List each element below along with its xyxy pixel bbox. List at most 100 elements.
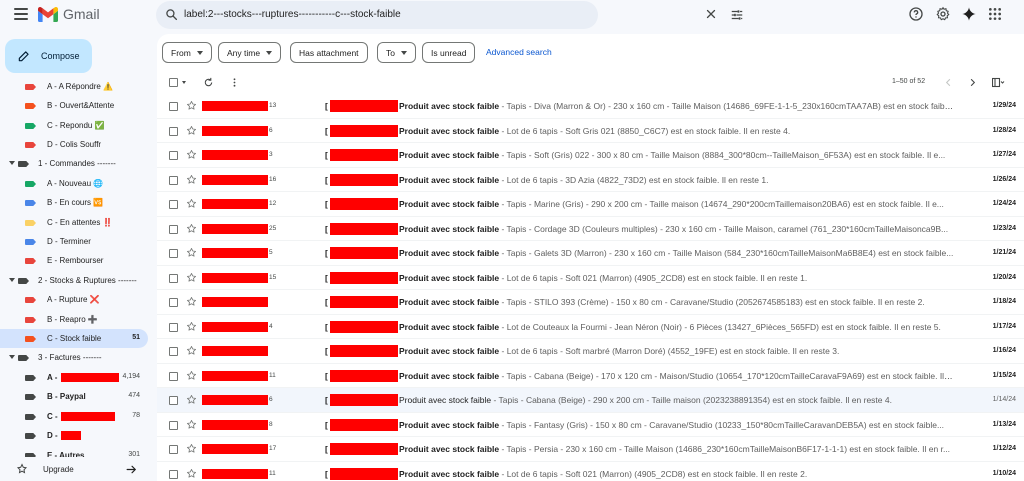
filter-to[interactable]: To — [377, 42, 416, 63]
sidebar-item[interactable]: D - Colis Souffr — [0, 135, 148, 154]
row-checkbox[interactable] — [169, 200, 178, 209]
row-checkbox[interactable] — [169, 151, 178, 160]
star-icon[interactable] — [186, 149, 197, 160]
email-row[interactable]: 17 [Produit avec stock faible - Tapis - P… — [157, 437, 1024, 462]
chevron-down-icon[interactable] — [9, 355, 15, 359]
star-icon[interactable] — [186, 174, 197, 185]
sidebar-item[interactable]: B - Reapro ➕ — [0, 310, 148, 329]
filter-any-time[interactable]: Any time — [218, 42, 282, 63]
email-row[interactable]: 5 [Produit avec stock faible - Tapis - Ga… — [157, 241, 1024, 266]
gmail-logo[interactable]: Gmail — [38, 6, 100, 22]
chevron-left-icon[interactable] — [943, 77, 954, 88]
email-row[interactable]: 13 [Produit avec stock faible - Tapis - D… — [157, 94, 1024, 119]
star-icon[interactable] — [186, 247, 197, 258]
sidebar-item[interactable]: 1 - Commandes ------- — [0, 154, 148, 173]
email-row[interactable]: 4 [Produit avec stock faible - Lot de Cou… — [157, 314, 1024, 339]
sidebar-item[interactable]: A - Rupture ❌ — [0, 290, 148, 309]
email-row[interactable]: 6 [Produit avec stock faible - Tapis - Ca… — [157, 388, 1024, 413]
filter-has-attachment[interactable]: Has attachment — [290, 42, 368, 63]
sidebar-item[interactable]: 2 - Stocks & Ruptures ------- — [0, 271, 148, 290]
more-vert-icon[interactable] — [229, 77, 240, 88]
refresh-icon[interactable] — [203, 77, 214, 88]
row-checkbox[interactable] — [169, 420, 178, 430]
gemini-icon[interactable] — [961, 6, 977, 22]
sidebar-item[interactable]: D - — [0, 426, 148, 445]
sidebar-item[interactable]: E - Autres 301 — [0, 446, 148, 457]
row-checkbox[interactable] — [169, 224, 178, 234]
star-icon[interactable] — [186, 296, 197, 307]
advanced-search-link[interactable]: Advanced search — [486, 47, 552, 57]
row-checkbox[interactable] — [169, 298, 178, 307]
row-checkbox[interactable] — [169, 371, 178, 381]
sidebar-item[interactable]: C - Stock faible 51 — [0, 329, 148, 348]
sidebar-item[interactable]: A - 4,194 — [0, 368, 148, 387]
chevron-down-icon[interactable] — [9, 278, 15, 282]
upgrade-link[interactable]: Upgrade — [0, 457, 150, 481]
sidebar-item[interactable]: C - Repondu ✅ — [0, 116, 148, 135]
filter-from[interactable]: From — [162, 42, 212, 63]
search-bar[interactable]: label:2---stocks---ruptures-----------c-… — [156, 1, 743, 29]
sidebar-item[interactable]: 3 - Factures ------- — [0, 348, 148, 367]
search-icon[interactable] — [165, 8, 178, 21]
row-checkbox[interactable] — [169, 322, 178, 332]
sidebar-item[interactable]: B - En cours 🆚 — [0, 193, 148, 212]
row-checkbox[interactable] — [169, 445, 178, 454]
star-icon[interactable] — [186, 443, 197, 454]
row-checkbox[interactable] — [169, 347, 178, 356]
settings-icon[interactable] — [935, 6, 951, 22]
sidebar-item[interactable]: E - Rembourser — [0, 251, 148, 270]
email-row[interactable]: 11 [Produit avec stock faible - Tapis - C… — [157, 363, 1024, 388]
sidebar-item[interactable]: B - Ouvert&Attente — [0, 96, 148, 115]
close-icon[interactable] — [704, 7, 718, 21]
email-row[interactable]: 8 [Produit avec stock faible - Tapis - Fa… — [157, 412, 1024, 437]
email-row[interactable]: [Produit avec stock faible - Lot de 6 ta… — [157, 339, 1024, 364]
chevron-right-icon[interactable] — [967, 77, 978, 88]
apps-icon[interactable] — [987, 6, 1003, 22]
star-icon[interactable] — [186, 468, 197, 479]
select-all-checkbox[interactable] — [169, 78, 178, 87]
email-row[interactable]: 3 [Produit avec stock faible - Tapis - So… — [157, 143, 1024, 168]
star-icon[interactable] — [186, 272, 197, 283]
search-input[interactable]: label:2---stocks---ruptures-----------c-… — [184, 9, 401, 20]
search-options-icon[interactable] — [730, 8, 744, 22]
email-row[interactable]: 12 [Produit avec stock faible - Tapis - M… — [157, 192, 1024, 217]
row-checkbox[interactable] — [169, 249, 178, 258]
select-dropdown-icon[interactable] — [182, 81, 186, 84]
star-icon[interactable] — [186, 321, 197, 332]
sidebar-item[interactable]: A - A Répondre ⚠️ — [0, 77, 148, 96]
row-checkbox[interactable] — [169, 273, 178, 283]
email-subject: Produit avec stock faible — [399, 101, 500, 111]
email-row[interactable]: 25 [Produit avec stock faible - Tapis - C… — [157, 216, 1024, 241]
sidebar-item[interactable]: B - Paypal 474 — [0, 387, 148, 406]
email-subject: Produit avec stock faible — [399, 419, 500, 430]
sidebar-item[interactable]: C - 78 — [0, 407, 148, 426]
star-icon[interactable] — [186, 370, 197, 381]
row-checkbox[interactable] — [169, 175, 178, 185]
sidebar-item[interactable]: D - Terminer — [0, 232, 148, 251]
main-menu-icon[interactable] — [14, 8, 28, 20]
star-icon[interactable] — [186, 198, 197, 209]
email-row[interactable]: 15 [Produit avec stock faible - Lot de 6 … — [157, 265, 1024, 290]
row-checkbox[interactable] — [169, 396, 178, 405]
filter-is-unread[interactable]: Is unread — [422, 42, 476, 63]
sidebar-item[interactable]: C - En attentes ‼️ — [0, 213, 148, 232]
email-row[interactable]: [Produit avec stock faible - Tapis - STI… — [157, 290, 1024, 315]
help-icon[interactable] — [908, 6, 924, 22]
split-pane-icon[interactable] — [992, 77, 1005, 88]
row-checkbox[interactable] — [169, 469, 178, 479]
email-row[interactable]: 11 [Produit avec stock faible - Lot de 6 … — [157, 461, 1024, 481]
row-checkbox[interactable] — [169, 102, 178, 111]
star-icon[interactable] — [186, 125, 197, 136]
chevron-down-icon[interactable] — [9, 161, 15, 165]
star-icon[interactable] — [186, 345, 197, 356]
star-icon[interactable] — [186, 223, 197, 234]
email-row[interactable]: 6 [Produit avec stock faible - Lot de 6 t… — [157, 118, 1024, 143]
star-icon[interactable] — [186, 100, 197, 111]
sidebar-item[interactable]: A - Nouveau 🌐 — [0, 174, 148, 193]
arrow-right-icon[interactable] — [125, 463, 138, 476]
star-icon[interactable] — [186, 394, 197, 405]
row-checkbox[interactable] — [169, 126, 178, 136]
star-icon[interactable] — [186, 419, 197, 430]
email-row[interactable]: 16 [Produit avec stock faible - Lot de 6 … — [157, 167, 1024, 192]
compose-button[interactable]: Compose — [5, 39, 92, 73]
